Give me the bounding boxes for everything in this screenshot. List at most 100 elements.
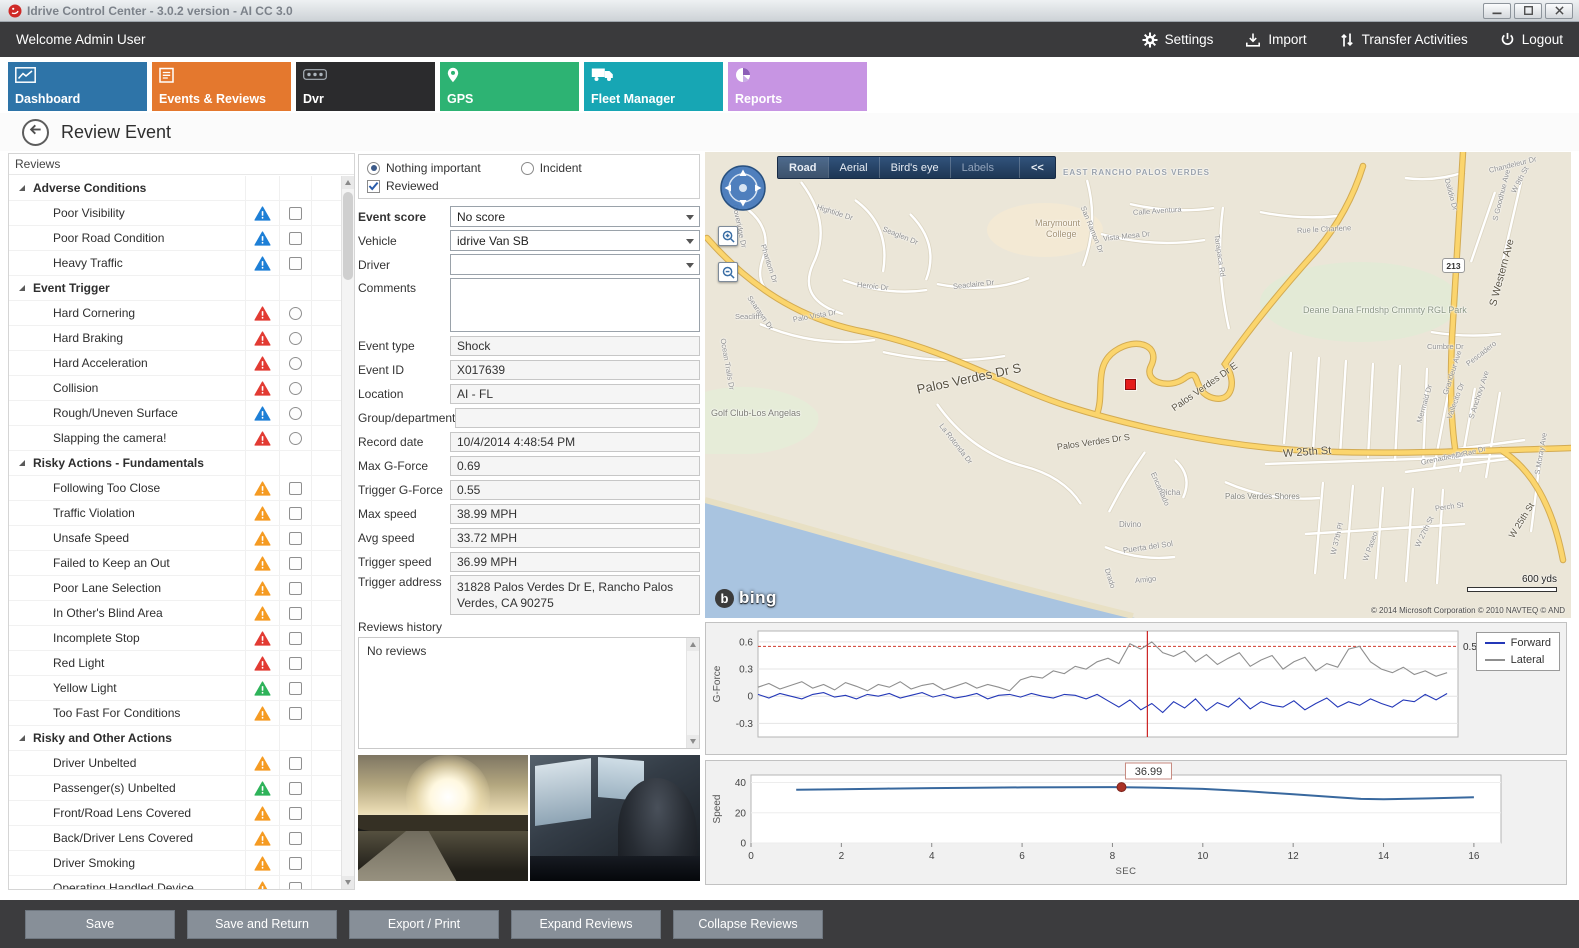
review-radio[interactable]: [289, 432, 302, 445]
review-checkbox[interactable]: [289, 232, 302, 245]
collapse-arrow-icon[interactable]: [19, 285, 25, 291]
scroll-up-button[interactable]: [687, 638, 699, 651]
collapse-arrow-icon[interactable]: [19, 185, 25, 191]
review-checkbox[interactable]: [289, 682, 302, 695]
tab-events-reviews[interactable]: Events & Reviews: [152, 62, 291, 111]
import-button[interactable]: Import: [1245, 32, 1306, 48]
review-item-incomplete-stop: Incomplete Stop: [9, 626, 341, 651]
bing-b-icon: b: [715, 589, 734, 608]
gforce-ytick: 0: [747, 692, 753, 703]
review-checkbox[interactable]: [289, 532, 302, 545]
severity-cell: [246, 851, 280, 875]
event-score-select[interactable]: No score: [450, 206, 700, 227]
save-and-return-button[interactable]: Save and Return: [187, 910, 337, 939]
map-view-labels[interactable]: Labels: [950, 157, 1005, 178]
event-score-label: Event score: [358, 210, 450, 224]
welcome-text: Welcome Admin User: [16, 32, 146, 47]
row-filler: [312, 251, 341, 275]
collapse-reviews-button[interactable]: Collapse Reviews: [673, 910, 823, 939]
history-scrollbar[interactable]: [686, 638, 699, 748]
review-checkbox[interactable]: [289, 482, 302, 495]
tab-dvr[interactable]: Dvr: [296, 62, 435, 111]
severity-cell: [246, 876, 280, 889]
reviews-history-list[interactable]: No reviews: [358, 637, 700, 749]
review-checkbox[interactable]: [289, 882, 302, 890]
collapse-arrow-icon[interactable]: [19, 460, 25, 466]
radio-nothing-important[interactable]: [367, 162, 380, 175]
driver-cabin-camera-video[interactable]: [530, 755, 700, 881]
save-button[interactable]: Save: [25, 910, 175, 939]
transfer-activities-button[interactable]: Transfer Activities: [1339, 32, 1468, 48]
scroll-down-button[interactable]: [342, 876, 354, 889]
radio-incident[interactable]: [521, 162, 534, 175]
checkbox-reviewed[interactable]: [367, 180, 380, 193]
review-radio[interactable]: [289, 357, 302, 370]
event-score-row: Event scoreNo score: [358, 206, 700, 227]
review-radio[interactable]: [289, 382, 302, 395]
map-panel[interactable]: EAST RANCHO PALOS VERDESMarymountCollege…: [705, 152, 1571, 618]
review-checkbox[interactable]: [289, 857, 302, 870]
zoom-in-button[interactable]: [718, 226, 738, 246]
tab-gps[interactable]: GPS: [440, 62, 579, 111]
speed-xtick: 2: [839, 851, 845, 862]
tab-dashboard[interactable]: Dashboard: [8, 62, 147, 111]
review-checkbox[interactable]: [289, 707, 302, 720]
arrow-down-icon: [690, 739, 696, 744]
close-button[interactable]: [1545, 3, 1573, 19]
review-checkbox[interactable]: [289, 657, 302, 670]
speed-xtick: 8: [1110, 851, 1116, 862]
review-checkbox[interactable]: [289, 757, 302, 770]
review-checkbox[interactable]: [289, 582, 302, 595]
review-radio[interactable]: [289, 307, 302, 320]
minimize-button[interactable]: [1483, 3, 1511, 19]
expand-reviews-button[interactable]: Expand Reviews: [511, 910, 661, 939]
review-item-label-cell: Hard Cornering: [9, 301, 246, 325]
map-view-aerial[interactable]: Aerial: [828, 157, 879, 178]
collapse-arrow-icon[interactable]: [19, 735, 25, 741]
map-compass-control[interactable]: [719, 164, 767, 217]
scroll-down-button[interactable]: [687, 735, 699, 748]
map-view-bird-s-eye[interactable]: Bird's eye: [879, 157, 950, 178]
map-collapse-button[interactable]: <<: [1019, 157, 1055, 178]
scrollbar-thumb[interactable]: [343, 192, 353, 280]
reviews-scrollbar[interactable]: [341, 176, 354, 889]
review-checkbox[interactable]: [289, 607, 302, 620]
import-icon: [1245, 32, 1261, 48]
trigger-address-field: 31828 Palos Verdes Dr E, Rancho Palos Ve…: [450, 575, 700, 615]
review-checkbox[interactable]: [289, 557, 302, 570]
review-checkbox[interactable]: [289, 257, 302, 270]
map-view-bar: RoadAerialBird's eyeLabels <<: [777, 156, 1056, 179]
scroll-up-button[interactable]: [342, 176, 354, 189]
back-button[interactable]: [22, 119, 49, 146]
settings-button[interactable]: Settings: [1142, 32, 1214, 48]
review-checkbox[interactable]: [289, 807, 302, 820]
row-filler: [312, 451, 341, 475]
tab-reports[interactable]: Reports: [728, 62, 867, 111]
review-radio[interactable]: [289, 407, 302, 420]
map-view-road[interactable]: Road: [778, 157, 828, 178]
review-item-label-cell: Collision: [9, 376, 246, 400]
comments-input[interactable]: [450, 278, 700, 332]
review-checkbox[interactable]: [289, 507, 302, 520]
control-cell: [280, 551, 312, 575]
maximize-button[interactable]: [1514, 3, 1542, 19]
severity-cell: [246, 576, 280, 600]
topbar-action-label: Settings: [1165, 32, 1214, 47]
event-location-marker[interactable]: [1125, 379, 1136, 390]
tab-fleet-manager[interactable]: Fleet Manager: [584, 62, 723, 111]
review-item-label: Operating Handled Device: [53, 881, 194, 889]
driver-select[interactable]: [450, 254, 700, 275]
review-checkbox[interactable]: [289, 207, 302, 220]
review-checkbox[interactable]: [289, 782, 302, 795]
export-print-button[interactable]: Export / Print: [349, 910, 499, 939]
bing-logo[interactable]: b bing: [715, 588, 777, 608]
logout-button[interactable]: Logout: [1500, 32, 1563, 47]
warning-triangle-icon: [254, 406, 271, 421]
zoom-out-button[interactable]: [718, 262, 738, 282]
vehicle-select[interactable]: idrive Van SB: [450, 230, 700, 251]
review-group-risky-and-other-actions: Risky and Other Actions: [9, 726, 341, 751]
review-checkbox[interactable]: [289, 632, 302, 645]
front-road-camera-video[interactable]: [358, 755, 528, 881]
review-checkbox[interactable]: [289, 832, 302, 845]
review-radio[interactable]: [289, 332, 302, 345]
